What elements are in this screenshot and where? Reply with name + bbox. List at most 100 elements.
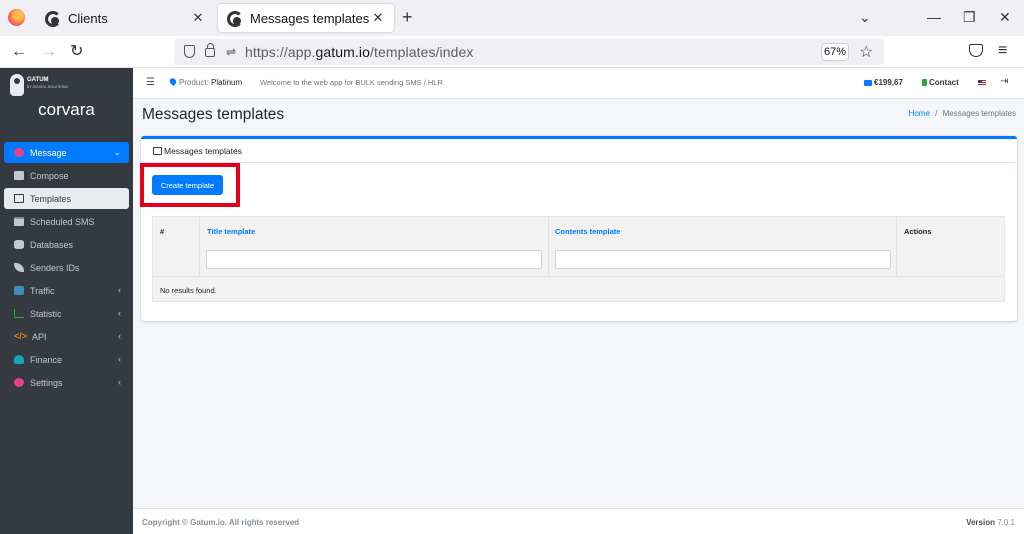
new-tab-plus-icon[interactable]: +: [402, 8, 413, 26]
envelope-icon: [14, 171, 24, 180]
chevron-left-icon: ‹: [118, 354, 121, 364]
chevron-left-icon: ‹: [118, 308, 121, 318]
column-header-contents-template[interactable]: Contents template: [555, 227, 620, 236]
lock-icon[interactable]: [205, 43, 215, 57]
sidebar-item-label: Settings: [30, 377, 63, 388]
finance-icon: [14, 355, 24, 364]
card-header: Messages templates: [141, 139, 1017, 163]
feather-icon: [14, 263, 24, 272]
column-header-actions: Actions: [904, 227, 932, 236]
gatum-logo[interactable]: GATUM BY DIGISOL SOLUTIONS: [10, 74, 70, 98]
sidebar-item-compose[interactable]: Compose: [4, 165, 129, 186]
sidebar-item-message[interactable]: Message ⌄: [4, 142, 129, 163]
sidebar-item-label: Traffic: [30, 285, 55, 296]
browser-nav-bar: ← → ↻ ⇌ https://app.gatum.io/templates/i…: [0, 36, 1024, 68]
url-text[interactable]: https://app.gatum.io/templates/index: [245, 44, 474, 60]
gatum-logo-icon: [10, 74, 24, 96]
wallet-icon: [864, 79, 872, 86]
copyright-text: Copyright © Gatum.io. All rights reserve…: [142, 518, 300, 527]
permissions-icon[interactable]: ⇌: [226, 45, 236, 59]
zoom-level-badge[interactable]: 67%: [821, 43, 849, 61]
welcome-text: Welcome to the web app for BULK sending …: [260, 78, 443, 87]
breadcrumb-current: Messages templates: [942, 109, 1016, 118]
footer: Copyright © Gatum.io. All rights reserve…: [133, 508, 1024, 534]
inbox-icon: [14, 194, 24, 203]
calendar-icon: [14, 217, 24, 226]
restore-icon[interactable]: ❐: [963, 9, 976, 26]
hamburger-menu-icon[interactable]: ≡: [998, 42, 1007, 60]
sidebar-item-settings[interactable]: Settings ‹: [4, 372, 129, 393]
map-pin-icon: [168, 76, 178, 87]
column-header-number: #: [160, 227, 165, 236]
tab-title: Clients: [68, 10, 108, 26]
sidebar-item-scheduled-sms[interactable]: Scheduled SMS: [4, 211, 129, 232]
sidebar-item-label: Compose: [30, 170, 69, 181]
contents-template-filter-input[interactable]: [555, 250, 891, 269]
sidebar-item-label: Message: [30, 147, 67, 158]
grid-column-number: #: [153, 217, 200, 276]
brand-subtitle: BY DIGISOL SOLUTIONS: [27, 85, 68, 89]
pocket-icon[interactable]: [969, 44, 983, 57]
inbox-icon: [153, 146, 162, 155]
contact-link[interactable]: Contact: [922, 78, 959, 87]
gatum-favicon-icon: [44, 10, 61, 27]
forward-arrow-icon[interactable]: →: [41, 42, 57, 62]
card-title: Messages templates: [164, 145, 242, 156]
bookmark-star-icon[interactable]: ☆: [859, 42, 873, 62]
sidebar-item-traffic[interactable]: Traffic ‹: [4, 280, 129, 301]
grid-column-contents: Contents template: [549, 217, 897, 276]
minimize-icon[interactable]: —: [927, 9, 941, 25]
empty-state-text: No results found.: [160, 286, 217, 295]
sidebar-item-label: Finance: [30, 354, 63, 365]
sidebar-item-senders-ids[interactable]: Senders IDs: [4, 257, 129, 278]
title-template-filter-input[interactable]: [206, 250, 542, 269]
chevron-left-icon: ‹: [118, 377, 121, 387]
close-window-icon[interactable]: ✕: [999, 9, 1011, 26]
reload-icon[interactable]: ↻: [70, 42, 83, 62]
sidebar-item-api[interactable]: </> API ‹: [4, 326, 129, 347]
firefox-logo-icon[interactable]: [8, 9, 25, 26]
grid-column-actions: Actions: [897, 217, 1004, 276]
url-bar[interactable]: ⇌ https://app.gatum.io/templates/index 6…: [174, 39, 884, 65]
product-indicator: Product: Platinum: [168, 76, 243, 87]
database-icon: [14, 240, 24, 249]
sidebar-item-label: Scheduled SMS: [30, 216, 95, 227]
tab-list-chevron-icon[interactable]: ⌄: [859, 9, 871, 26]
product-value: Platinum: [211, 78, 243, 87]
sidebar-item-finance[interactable]: Finance ‹: [4, 349, 129, 370]
balance-link[interactable]: €199,67: [864, 78, 903, 87]
us-flag-icon[interactable]: [978, 80, 986, 86]
browser-tab-bar: Clients ✕ Messages templates ✕ + ⌄ — ❐ ✕: [0, 0, 1024, 36]
breadcrumb-home-link[interactable]: Home: [909, 109, 930, 118]
sidebar-toggle-icon[interactable]: ☰: [146, 77, 155, 88]
user-name: corvara: [38, 100, 95, 119]
grid-divider: [153, 276, 1004, 277]
chevron-down-icon: ⌄: [113, 147, 121, 157]
browser-tab-clients[interactable]: Clients ✕: [36, 4, 214, 32]
templates-card: Messages templates Create template # Tit…: [141, 136, 1017, 321]
sidebar-item-databases[interactable]: Databases: [4, 234, 129, 255]
tab-close-icon[interactable]: ✕: [370, 10, 386, 26]
users-cog-icon: [14, 378, 24, 387]
sidebar-item-statistic[interactable]: Statistic ‹: [4, 303, 129, 324]
phone-icon: [922, 79, 927, 87]
chevron-left-icon: ‹: [118, 285, 121, 295]
sidebar-item-templates[interactable]: Templates: [4, 188, 129, 209]
sidebar-item-label: Statistic: [30, 308, 62, 319]
column-header-title-template[interactable]: Title template: [207, 227, 255, 236]
breadcrumb: Home / Messages templates: [909, 109, 1016, 118]
code-icon: </>: [14, 331, 28, 341]
tab-title: Messages templates: [250, 10, 370, 26]
version-text: Version 7.0.1: [966, 518, 1015, 527]
logout-icon[interactable]: ⇥: [1000, 76, 1008, 87]
browser-tab-messages-templates[interactable]: Messages templates ✕: [218, 4, 394, 32]
back-arrow-icon[interactable]: ←: [11, 42, 27, 62]
sidebar-item-label: API: [32, 331, 47, 342]
message-icon: [14, 148, 24, 157]
sidebar: GATUM BY DIGISOL SOLUTIONS corvara Messa…: [0, 68, 133, 534]
templates-grid: # Title template Contents template Actio…: [152, 216, 1005, 302]
tracking-shield-icon[interactable]: [184, 45, 195, 58]
brand-title: GATUM: [27, 77, 49, 83]
sidebar-item-label: Senders IDs: [30, 262, 80, 273]
tab-close-icon[interactable]: ✕: [190, 10, 206, 26]
